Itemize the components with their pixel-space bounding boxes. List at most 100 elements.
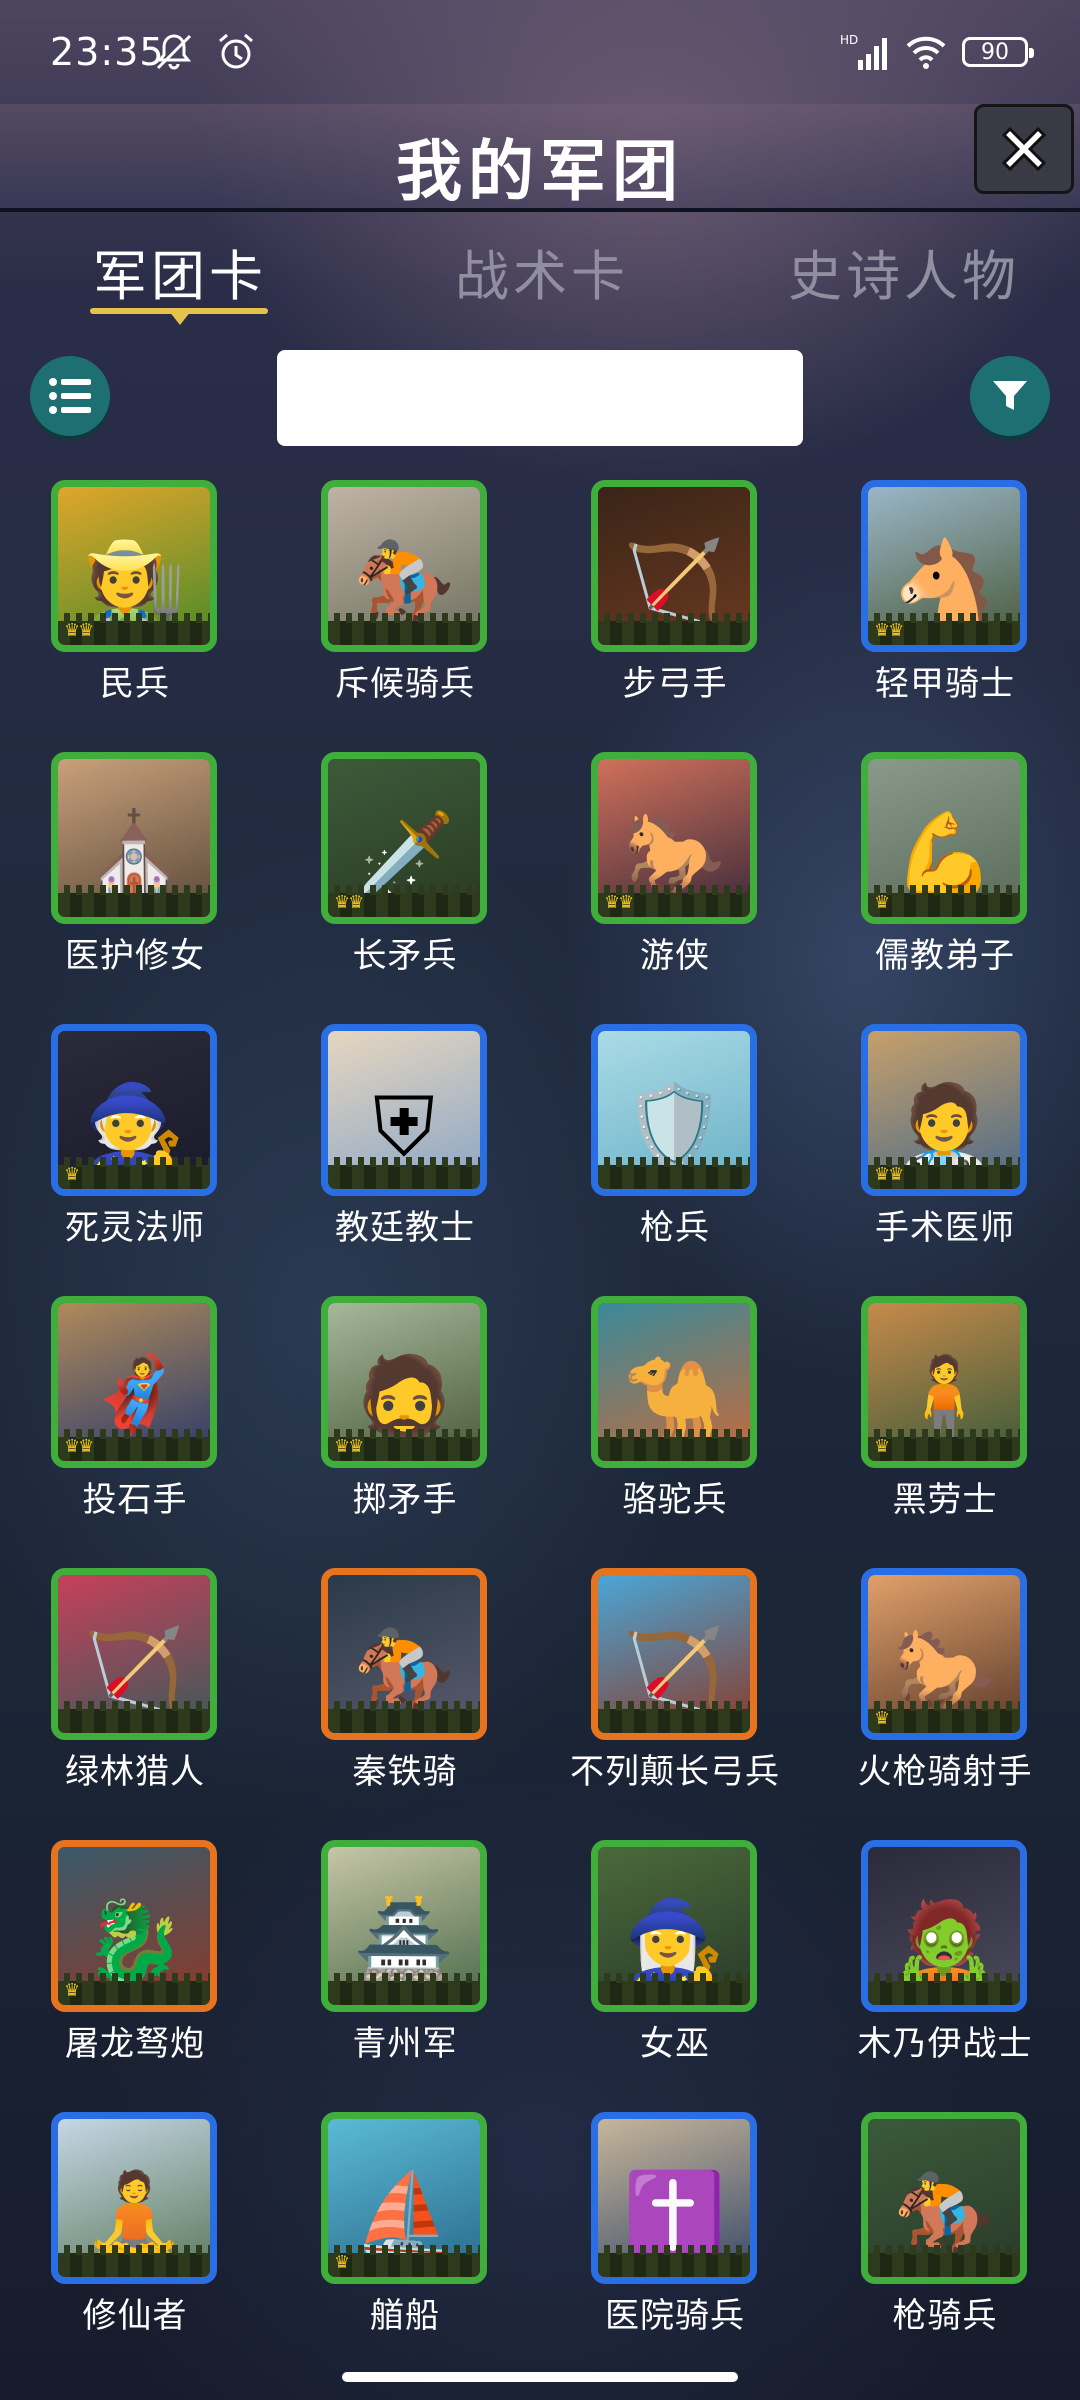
unit-card[interactable]: 🗡️ ♛♛ 长矛兵 xyxy=(270,752,540,992)
card-portrait: 🧙‍♀️ xyxy=(591,1840,757,2012)
unit-card[interactable]: 🏹 不列颠长弓兵 xyxy=(540,1568,810,1808)
grass-border xyxy=(598,1429,750,1461)
crown-level-icon: ♛ xyxy=(64,1164,80,1185)
card-portrait: 🐴 ♛♛ xyxy=(861,480,1027,652)
grass-border xyxy=(58,1157,210,1189)
signal-icon: HD xyxy=(840,33,887,70)
status-right: HD 90 xyxy=(840,30,1034,74)
unit-card[interactable]: 🏹 绿林猎人 xyxy=(0,1568,270,1808)
unit-name: 儒教弟子 xyxy=(875,936,1015,976)
unit-name: 步弓手 xyxy=(622,664,728,704)
unit-name: 骆驼兵 xyxy=(622,1480,728,1520)
unit-card[interactable]: 🐎 ♛♛ 游侠 xyxy=(540,752,810,992)
card-portrait: ⛵ ♛ xyxy=(321,2112,487,2284)
unit-card[interactable]: 💪 ♛ 儒教弟子 xyxy=(810,752,1080,992)
unit-name: 手术医师 xyxy=(875,1208,1015,1248)
unit-card[interactable]: 🦸 ♛♛ 投石手 xyxy=(0,1296,270,1536)
unit-card[interactable]: 🐪 骆驼兵 xyxy=(540,1296,810,1536)
grass-border xyxy=(58,1701,210,1733)
unit-card[interactable]: 🏇 斥候骑兵 xyxy=(270,480,540,720)
card-portrait: 🐪 xyxy=(591,1296,757,1468)
card-portrait: 🧔 ♛♛ xyxy=(321,1296,487,1468)
unit-card[interactable]: 🏯 青州军 xyxy=(270,1840,540,2080)
unit-card[interactable]: 🐉 ♛ 屠龙驽炮 xyxy=(0,1840,270,2080)
grass-border xyxy=(328,1701,480,1733)
card-portrait: 🧟 xyxy=(861,1840,1027,2012)
card-portrait: 🏯 xyxy=(321,1840,487,2012)
crown-level-icon: ♛ xyxy=(64,1980,80,2001)
unit-card[interactable]: 🧙 ♛ 死灵法师 xyxy=(0,1024,270,1264)
page-title: 我的军团 xyxy=(396,133,684,210)
unit-name: 死灵法师 xyxy=(65,1208,205,1248)
grass-border xyxy=(328,1157,480,1189)
unit-name: 投石手 xyxy=(82,1480,188,1520)
card-portrait: ✝️ xyxy=(591,2112,757,2284)
active-tab-caret xyxy=(169,311,191,325)
crown-level-icon: ♛♛ xyxy=(874,620,904,641)
close-button[interactable] xyxy=(974,104,1074,194)
unit-name: 民兵 xyxy=(100,664,170,704)
card-portrait: 🧙 ♛ xyxy=(51,1024,217,1196)
grass-border xyxy=(58,1973,210,2005)
status-bar: 23:35 HD 90 xyxy=(0,0,1080,104)
grass-border xyxy=(328,2245,480,2277)
unit-card[interactable]: ⛵ ♛ 艏船 xyxy=(270,2112,540,2352)
close-icon xyxy=(1001,126,1047,172)
unit-name: 火枪骑射手 xyxy=(857,1752,1033,1792)
unit-card[interactable]: 🧙‍♀️ 女巫 xyxy=(540,1840,810,2080)
unit-card[interactable]: 🏇 秦铁骑 xyxy=(270,1568,540,1808)
grass-border xyxy=(58,2245,210,2277)
card-portrait: 🧍 ♛ xyxy=(861,1296,1027,1468)
unit-name: 斥候骑兵 xyxy=(335,664,475,704)
grass-border xyxy=(598,1701,750,1733)
unit-card[interactable]: ⛨ 教廷教士 xyxy=(270,1024,540,1264)
unit-card[interactable]: 🧔 ♛♛ 掷矛手 xyxy=(270,1296,540,1536)
grass-border xyxy=(328,1973,480,2005)
card-portrait: 🗡️ ♛♛ xyxy=(321,752,487,924)
grass-border xyxy=(868,885,1020,917)
home-indicator[interactable] xyxy=(342,2372,738,2382)
unit-card[interactable]: 🏹 步弓手 xyxy=(540,480,810,720)
crown-level-icon: ♛♛ xyxy=(64,1436,94,1457)
svg-text:HD: HD xyxy=(840,33,858,47)
crown-level-icon: ♛ xyxy=(874,1708,890,1729)
unit-name: 屠龙驽炮 xyxy=(65,2024,205,2064)
unit-card[interactable]: 🐎 ♛ 火枪骑射手 xyxy=(810,1568,1080,1808)
search-input[interactable] xyxy=(277,350,803,446)
filter-icon xyxy=(993,381,1027,410)
tab-tactic-cards[interactable]: 战术卡 xyxy=(455,232,629,311)
unit-name: 青州军 xyxy=(352,2024,458,2064)
unit-name: 不列颠长弓兵 xyxy=(570,1752,780,1792)
tab-legion-cards[interactable]: 军团卡 xyxy=(93,232,267,311)
unit-card[interactable]: 🧑‍🌾 ♛♛ 民兵 xyxy=(0,480,270,720)
crown-level-icon: ♛ xyxy=(874,1436,890,1457)
unit-name: 木乃伊战士 xyxy=(857,2024,1033,2064)
unit-card[interactable]: ⛪ 医护修女 xyxy=(0,752,270,992)
grass-border xyxy=(598,2245,750,2277)
unit-name: 轻甲骑士 xyxy=(875,664,1015,704)
unit-card[interactable]: 🧍 ♛ 黑劳士 xyxy=(810,1296,1080,1536)
unit-card[interactable]: 🏇 枪骑兵 xyxy=(810,2112,1080,2352)
unit-card[interactable]: 🧘 修仙者 xyxy=(0,2112,270,2352)
unit-name: 游侠 xyxy=(640,936,710,976)
list-icon xyxy=(49,378,91,414)
unit-card[interactable]: 🧟 木乃伊战士 xyxy=(810,1840,1080,2080)
list-view-button[interactable] xyxy=(30,356,110,436)
grass-border xyxy=(868,1973,1020,2005)
tab-epic-characters[interactable]: 史诗人物 xyxy=(788,232,1020,311)
card-portrait: 🏹 xyxy=(591,480,757,652)
unit-card[interactable]: 🐴 ♛♛ 轻甲骑士 xyxy=(810,480,1080,720)
tab-bar: 军团卡 战术卡 史诗人物 xyxy=(0,212,1080,332)
card-portrait: 🐉 ♛ xyxy=(51,1840,217,2012)
card-portrait: 🧑‍⚕️ ♛♛ xyxy=(861,1024,1027,1196)
card-portrait: 🦸 ♛♛ xyxy=(51,1296,217,1468)
unit-name: 修仙者 xyxy=(82,2296,188,2336)
mute-bell-icon xyxy=(156,34,192,70)
filter-button[interactable] xyxy=(970,356,1050,436)
unit-card[interactable]: 🛡️ 枪兵 xyxy=(540,1024,810,1264)
unit-card[interactable]: ✝️ 医院骑兵 xyxy=(540,2112,810,2352)
unit-name: 枪骑兵 xyxy=(892,2296,998,2336)
unit-name: 女巫 xyxy=(640,2024,710,2064)
unit-name: 秦铁骑 xyxy=(352,1752,458,1792)
unit-card[interactable]: 🧑‍⚕️ ♛♛ 手术医师 xyxy=(810,1024,1080,1264)
